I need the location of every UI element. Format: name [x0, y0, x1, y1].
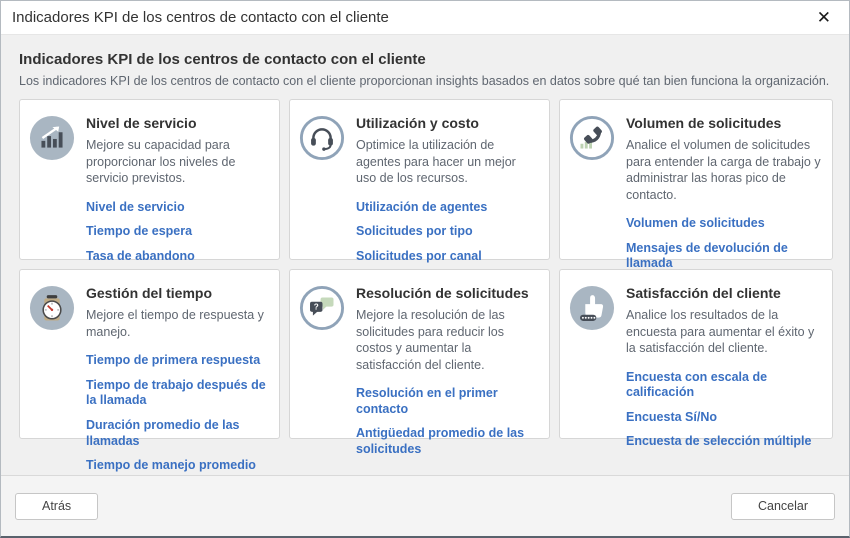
dialog-title: Indicadores KPI de los centros de contac…	[12, 9, 389, 26]
card-title: Utilización y costo	[356, 115, 539, 131]
kpi-link-duracion-promedio-llamadas[interactable]: Duración promedio de las llamadas	[86, 418, 269, 449]
dialog-footer: Atrás Cancelar	[1, 475, 849, 536]
close-icon[interactable]: ✕	[811, 7, 837, 28]
kpi-link-utilizacion-de-agentes[interactable]: Utilización de agentes	[356, 200, 539, 216]
page-subtitle: Los indicadores KPI de los centros de co…	[19, 74, 831, 88]
kpi-link-tasa-de-abandono[interactable]: Tasa de abandono	[86, 249, 269, 265]
card-description: Mejore la resolución de las solicitudes …	[356, 307, 539, 373]
card-nivel-de-servicio: Nivel de servicio Mejore su capacidad pa…	[19, 99, 280, 260]
stopwatch-icon	[29, 285, 75, 331]
kpi-link-tiempo-primera-respuesta[interactable]: Tiempo de primera respuesta	[86, 353, 269, 369]
back-button[interactable]: Atrás	[15, 493, 98, 520]
kpi-card-grid: Nivel de servicio Mejore su capacidad pa…	[19, 99, 831, 439]
card-title: Satisfacción del cliente	[626, 285, 822, 301]
card-description: Optimice la utilización de agentes para …	[356, 137, 539, 187]
dialog-titlebar: Indicadores KPI de los centros de contac…	[1, 1, 849, 35]
kpi-dialog: Indicadores KPI de los centros de contac…	[0, 0, 850, 538]
card-resolucion-de-solicitudes: ? Resolución de solicitudes Mejore la re…	[289, 269, 550, 439]
kpi-link-tiempo-trabajo-despues[interactable]: Tiempo de trabajo después de la llamada	[86, 378, 269, 409]
kpi-link-mensajes-devolucion[interactable]: Mensajes de devolución de llamada	[626, 241, 822, 272]
thumbs-up-rating-icon	[569, 285, 615, 331]
headset-icon	[299, 115, 345, 161]
svg-text:?: ?	[314, 303, 319, 312]
cancel-button[interactable]: Cancelar	[731, 493, 835, 520]
card-title: Resolución de solicitudes	[356, 285, 539, 301]
card-description: Analice el volumen de solicitudes para e…	[626, 137, 822, 203]
card-links: Encuesta con escala de calificación Encu…	[626, 370, 822, 451]
kpi-link-encuesta-escala-calificacion[interactable]: Encuesta con escala de calificación	[626, 370, 822, 401]
kpi-link-solicitudes-por-tipo[interactable]: Solicitudes por tipo	[356, 224, 539, 240]
kpi-link-tiempo-manejo-promedio[interactable]: Tiempo de manejo promedio	[86, 458, 269, 474]
card-title: Volumen de solicitudes	[626, 115, 822, 131]
card-links: Resolución en el primer contacto Antigüe…	[356, 386, 539, 458]
kpi-link-nivel-de-servicio[interactable]: Nivel de servicio	[86, 200, 269, 216]
kpi-link-encuesta-si-no[interactable]: Encuesta Sí/No	[626, 410, 822, 426]
card-satisfaccion-del-cliente: Satisfacción del cliente Analice los res…	[559, 269, 833, 439]
card-links: Tiempo de primera respuesta Tiempo de tr…	[86, 353, 269, 474]
dialog-content: Indicadores KPI de los centros de contac…	[1, 35, 849, 475]
card-gestion-del-tiempo: Gestión del tiempo Mejore el tiempo de r…	[19, 269, 280, 439]
kpi-link-volumen-de-solicitudes[interactable]: Volumen de solicitudes	[626, 216, 822, 232]
page-title: Indicadores KPI de los centros de contac…	[19, 51, 831, 68]
card-title: Gestión del tiempo	[86, 285, 269, 301]
card-description: Mejore el tiempo de respuesta y manejo.	[86, 307, 269, 340]
kpi-link-solicitudes-por-canal[interactable]: Solicitudes por canal	[356, 249, 539, 265]
phone-traffic-icon	[569, 115, 615, 161]
bar-chart-growth-icon	[29, 115, 75, 161]
card-title: Nivel de servicio	[86, 115, 269, 131]
kpi-link-antiguedad-promedio[interactable]: Antigüedad promedio de las solicitudes	[356, 426, 539, 457]
kpi-link-encuesta-seleccion-multiple[interactable]: Encuesta de selección múltiple	[626, 434, 822, 450]
kpi-link-resolucion-primer-contacto[interactable]: Resolución en el primer contacto	[356, 386, 539, 417]
question-chat-bubbles-icon: ?	[299, 285, 345, 331]
card-volumen-de-solicitudes: Volumen de solicitudes Analice el volume…	[559, 99, 833, 260]
card-description: Analice los resultados de la encuesta pa…	[626, 307, 822, 357]
card-utilizacion-y-costo: Utilización y costo Optimice la utilizac…	[289, 99, 550, 260]
card-description: Mejore su capacidad para proporcionar lo…	[86, 137, 269, 187]
kpi-link-tiempo-de-espera[interactable]: Tiempo de espera	[86, 224, 269, 240]
